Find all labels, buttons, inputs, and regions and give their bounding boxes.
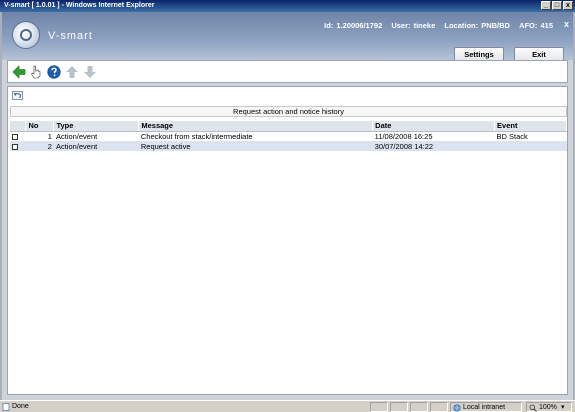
- window-title-bar: V-smart [ 1.0.01 ] - Windows Internet Ex…: [0, 0, 575, 12]
- section-title: Request action and notice history: [10, 106, 567, 117]
- toolbar: [7, 60, 568, 83]
- zoom-icon: [529, 404, 537, 412]
- content-panel: Request action and notice history No Typ…: [7, 86, 568, 395]
- row-select-cell: [10, 141, 26, 151]
- arrow-up-icon: [66, 66, 78, 78]
- page-icon: [2, 403, 10, 411]
- status-cell: [390, 402, 408, 412]
- cell-message: Checkout from stack/intermediate: [138, 131, 373, 141]
- session-info: Id: 1.20006/1792 User: tineke Location: …: [318, 21, 553, 30]
- cell-no: 1: [25, 131, 54, 141]
- maximize-button[interactable]: □: [552, 1, 562, 10]
- app-header: V-smart Id: 1.20006/1792 User: tineke Lo…: [2, 12, 573, 63]
- location: Location: PNB/BD: [444, 21, 510, 30]
- history-table: No Type Message Date Event 1 Action/even…: [10, 121, 567, 151]
- status-bar: Done Local intranet 100% ▾: [0, 400, 575, 412]
- minimize-button[interactable]: _: [541, 1, 551, 10]
- column-header-event[interactable]: Event: [494, 121, 567, 132]
- status-text: Done: [12, 403, 29, 410]
- row-select-cell: [10, 131, 26, 141]
- row-checkbox[interactable]: [12, 133, 18, 140]
- column-header-no[interactable]: No: [25, 121, 55, 132]
- zone-text: Local intranet: [463, 404, 506, 411]
- status-cell: [410, 402, 428, 412]
- arrow-down-icon: [84, 66, 96, 78]
- logo-text: V-smart: [48, 30, 93, 42]
- zone-cell: Local intranet: [450, 402, 522, 412]
- help-icon[interactable]: [47, 65, 61, 79]
- window-title: V-smart [ 1.0.01 ] - Windows Internet Ex…: [4, 2, 155, 9]
- column-header-date[interactable]: Date: [372, 121, 496, 132]
- cell-message: Request active: [138, 141, 373, 151]
- row-checkbox[interactable]: [12, 143, 18, 150]
- hand-pointer-icon[interactable]: [29, 65, 43, 79]
- cell-date: 30/07/2008 14:22: [372, 141, 495, 151]
- zoom-text: 100%: [539, 404, 557, 411]
- cell-type: Action/event: [53, 141, 139, 151]
- zoom-dropdown-icon[interactable]: ▾: [561, 402, 565, 412]
- afo-number: AFO: 415: [519, 21, 553, 30]
- column-header-type[interactable]: Type: [53, 121, 140, 132]
- column-header-select: [10, 121, 27, 132]
- table-header-row: No Type Message Date Event: [10, 121, 567, 132]
- status-cell: [370, 402, 388, 412]
- intranet-globe-icon: [453, 404, 461, 412]
- record-id: Id: 1.20006/1792: [324, 21, 383, 30]
- close-icon[interactable]: x: [564, 19, 569, 29]
- status-cell: [430, 402, 448, 412]
- table-row[interactable]: 1 Action/event Checkout from stack/inter…: [10, 131, 567, 141]
- undo-button[interactable]: [12, 91, 23, 100]
- undo-icon: [13, 93, 21, 99]
- window-close-button[interactable]: x: [563, 1, 573, 10]
- cell-no: 2: [25, 141, 54, 151]
- cell-date: 11/08/2008 16:25: [372, 131, 495, 141]
- vsmart-logo-icon: [12, 21, 40, 49]
- cell-type: Action/event: [53, 131, 139, 141]
- user-name: User: tineke: [391, 21, 436, 30]
- back-arrow-icon[interactable]: [12, 65, 26, 79]
- cell-event: [494, 141, 567, 151]
- zoom-cell[interactable]: 100% ▾: [526, 402, 572, 412]
- window-controls: _ □ x: [541, 1, 573, 10]
- cell-event: BD Stack: [494, 131, 567, 141]
- table-row[interactable]: 2 Action/event Request active 30/07/2008…: [10, 141, 567, 151]
- column-header-message[interactable]: Message: [138, 121, 374, 132]
